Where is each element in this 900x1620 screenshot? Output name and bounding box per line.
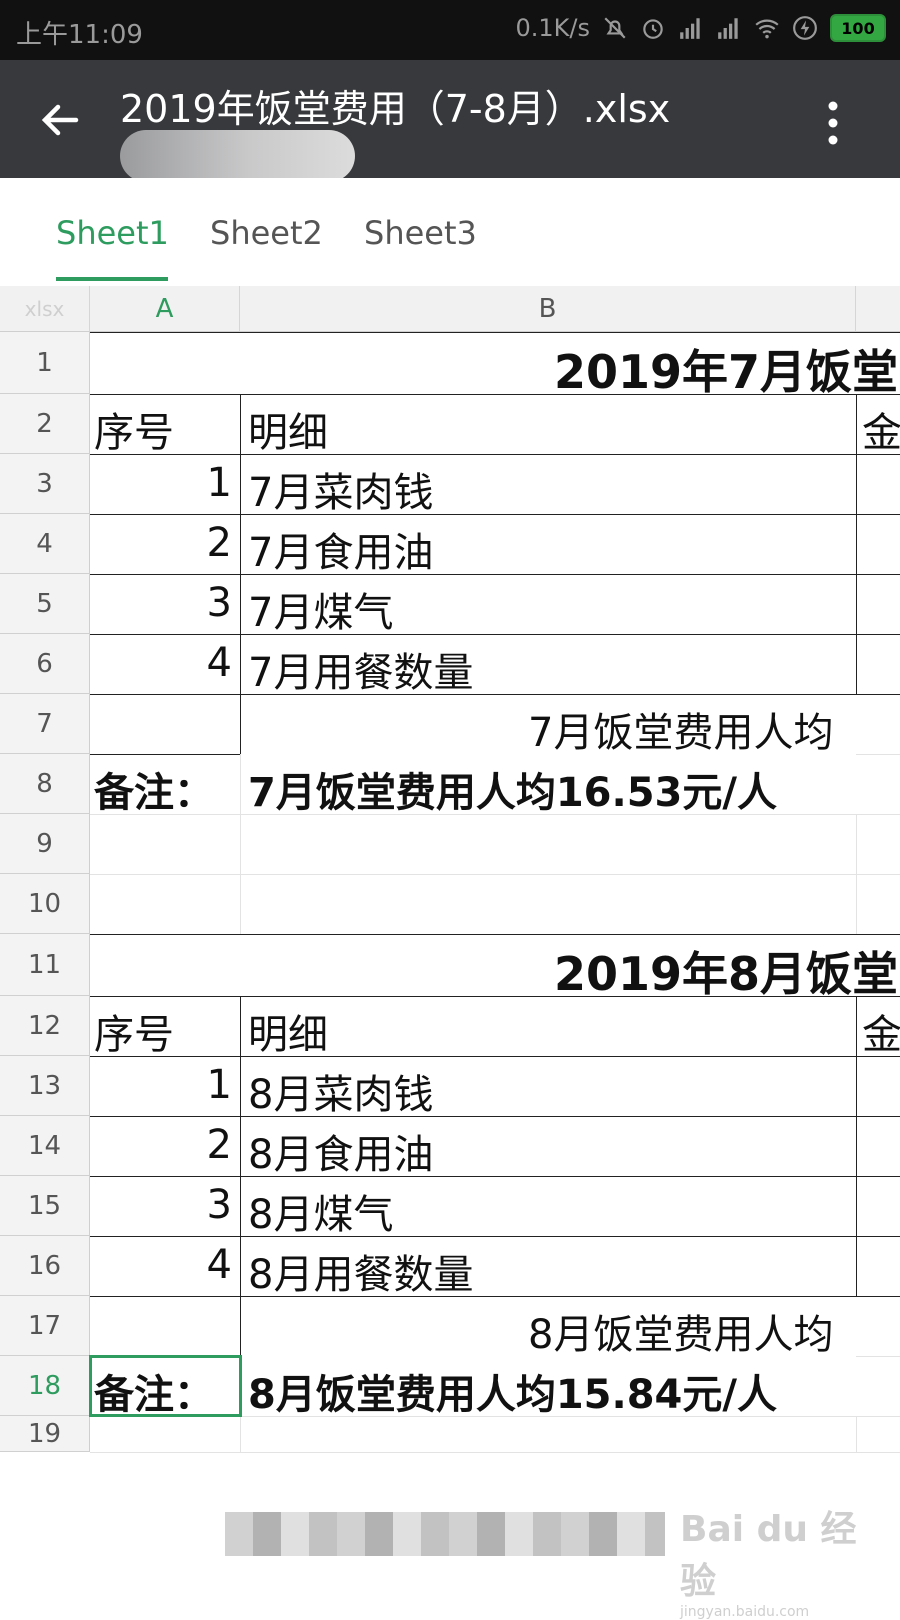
tab-sheet1[interactable]: Sheet1	[56, 214, 169, 252]
signal-icon	[680, 18, 700, 39]
arrow-left-icon[interactable]	[36, 96, 84, 144]
july-note-label[interactable]: 备注：	[94, 760, 214, 818]
redacted-text-bar	[225, 1512, 665, 1556]
august-row3-no[interactable]: 3	[207, 1182, 232, 1228]
signal-icon	[718, 18, 738, 39]
row-header-17[interactable]: 17	[0, 1296, 90, 1356]
status-time: 上午11:09	[16, 20, 143, 50]
july-row1-detail[interactable]: 7月菜肉钱	[248, 460, 433, 518]
net-speed: 0.1K/s	[515, 14, 591, 42]
row-header-5[interactable]: 5	[0, 574, 90, 634]
charging-icon	[793, 16, 817, 40]
august-average-label[interactable]: 8月饭堂费用人均	[528, 1302, 833, 1360]
redacted-subtitle	[120, 130, 355, 182]
footer-area: Bai du 经验 jingyan.baidu.com	[0, 1482, 900, 1620]
july-row3-no[interactable]: 3	[207, 580, 232, 626]
more-vertical-icon[interactable]	[826, 100, 840, 146]
august-note-text[interactable]: 8月饭堂费用人均15.84元/人	[248, 1362, 777, 1420]
selected-cell-a18[interactable]	[89, 1355, 242, 1417]
july-average-label[interactable]: 7月饭堂费用人均	[528, 700, 833, 758]
active-tab-indicator	[56, 277, 168, 281]
row-header-8[interactable]: 8	[0, 754, 90, 814]
august-row2-no[interactable]: 2	[207, 1122, 232, 1168]
tab-sheet2[interactable]: Sheet2	[210, 214, 323, 252]
status-bar: 上午11:09 0.1K/s 100	[0, 0, 900, 60]
row-header-9[interactable]: 9	[0, 814, 90, 874]
august-row3-detail[interactable]: 8月煤气	[248, 1182, 393, 1240]
july-row2-no[interactable]: 2	[207, 520, 232, 566]
august-row1-no[interactable]: 1	[207, 1062, 232, 1108]
july-header-amount[interactable]: 金	[862, 400, 900, 458]
corner-header: xlsx	[0, 286, 90, 332]
july-header-detail[interactable]: 明细	[248, 400, 328, 458]
watermark-url: jingyan.baidu.com	[680, 1604, 810, 1620]
row-header-16[interactable]: 16	[0, 1236, 90, 1296]
mute-icon	[604, 17, 626, 39]
july-row4-detail[interactable]: 7月用餐数量	[248, 640, 473, 698]
tab-sheet3[interactable]: Sheet3	[364, 214, 477, 252]
row-header-15[interactable]: 15	[0, 1176, 90, 1236]
row-header-12[interactable]: 12	[0, 996, 90, 1056]
column-header-b[interactable]: B	[240, 286, 856, 332]
july-header-no[interactable]: 序号	[94, 400, 174, 458]
row-header-1[interactable]: 1	[0, 332, 90, 394]
august-row2-detail[interactable]: 8月食用油	[248, 1122, 433, 1180]
row-header-10[interactable]: 10	[0, 874, 90, 934]
status-icons: 0.1K/s 100	[515, 14, 886, 42]
baidu-watermark: Bai du 经验 jingyan.baidu.com	[680, 1500, 890, 1620]
august-row4-no[interactable]: 4	[207, 1242, 232, 1288]
wifi-icon	[755, 19, 779, 39]
august-header-no[interactable]: 序号	[94, 1002, 174, 1060]
row-header-18[interactable]: 18	[0, 1356, 90, 1416]
july-row4-no[interactable]: 4	[207, 640, 232, 686]
spreadsheet-grid[interactable]: xlsx A B 1 2 3 4 5 6 7 8 9 10 11 12 13 1…	[0, 286, 900, 1482]
july-title-cell[interactable]: 2019年7月饭堂	[554, 336, 898, 402]
august-title-cell[interactable]: 2019年8月饭堂	[554, 938, 898, 1004]
row-header-6[interactable]: 6	[0, 634, 90, 694]
row-header-11[interactable]: 11	[0, 934, 90, 996]
row-header-13[interactable]: 13	[0, 1056, 90, 1116]
row-header-7[interactable]: 7	[0, 694, 90, 754]
sheet-tabs: Sheet1 Sheet2 Sheet3	[0, 178, 900, 284]
august-header-amount[interactable]: 金	[862, 1002, 900, 1060]
august-header-detail[interactable]: 明细	[248, 1002, 328, 1060]
alarm-icon	[643, 19, 663, 39]
column-header-c[interactable]	[856, 286, 900, 332]
row-header-4[interactable]: 4	[0, 514, 90, 574]
july-row1-no[interactable]: 1	[207, 460, 232, 506]
july-row2-detail[interactable]: 7月食用油	[248, 520, 433, 578]
july-note-text[interactable]: 7月饭堂费用人均16.53元/人	[248, 760, 777, 818]
column-header-a[interactable]: A	[90, 286, 240, 332]
august-row1-detail[interactable]: 8月菜肉钱	[248, 1062, 433, 1120]
august-row4-detail[interactable]: 8月用餐数量	[248, 1242, 473, 1300]
row-header-3[interactable]: 3	[0, 454, 90, 514]
watermark-logo: Bai du 经验	[680, 1509, 857, 1602]
row-header-2[interactable]: 2	[0, 394, 90, 454]
row-header-19[interactable]: 19	[0, 1416, 90, 1452]
row-header-14[interactable]: 14	[0, 1116, 90, 1176]
battery-indicator: 100	[830, 14, 886, 42]
app-bar: 2019年饭堂费用（7-8月）.xlsx	[0, 60, 900, 182]
file-title: 2019年饭堂费用（7-8月）.xlsx	[120, 87, 671, 131]
july-row3-detail[interactable]: 7月煤气	[248, 580, 393, 638]
